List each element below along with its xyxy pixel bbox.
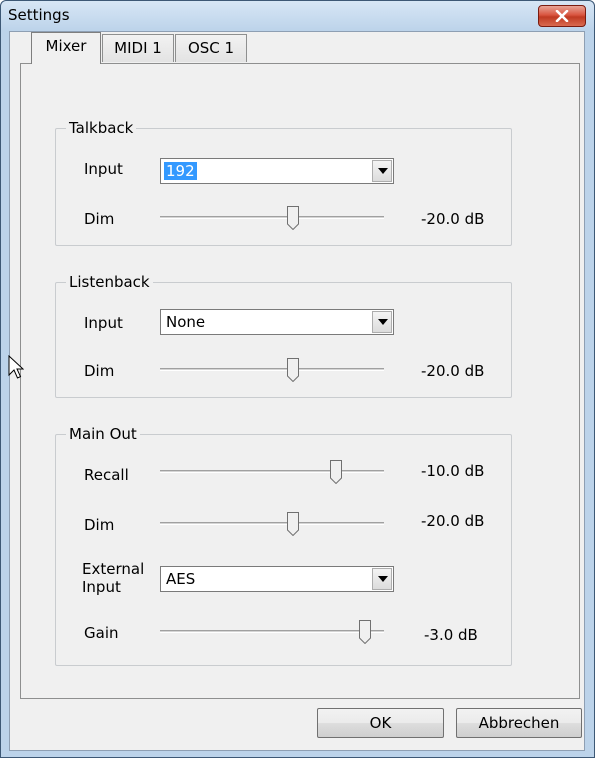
- main-out-external-input-dropdown-button[interactable]: [372, 568, 392, 590]
- listenback-input-select[interactable]: None: [160, 309, 394, 335]
- close-button[interactable]: [538, 5, 586, 27]
- slider-thumb[interactable]: [359, 620, 371, 645]
- slider-thumb[interactable]: [330, 460, 342, 485]
- main-out-external-input-select[interactable]: AES: [160, 566, 394, 592]
- tab-midi-1[interactable]: MIDI 1: [102, 34, 174, 62]
- talkback-dim-value: -20.0 dB: [421, 210, 485, 228]
- main-out-gain-slider[interactable]: [160, 620, 384, 645]
- window-title: Settings: [8, 6, 70, 24]
- mouse-pointer-icon: [8, 355, 24, 379]
- slider-thumb[interactable]: [287, 206, 299, 231]
- slider-track: [160, 522, 384, 525]
- talkback-input-dropdown-button[interactable]: [372, 160, 392, 182]
- main-out-dim-value: -20.0 dB: [421, 512, 485, 530]
- slider-track: [160, 630, 384, 633]
- talkback-dim-label: Dim: [84, 210, 115, 228]
- cancel-button[interactable]: Abbrechen: [456, 708, 582, 738]
- main-out-gain-value: -3.0 dB: [424, 626, 478, 644]
- main-out-dim-slider[interactable]: [160, 512, 384, 537]
- main-out-recall-label: Recall: [84, 466, 129, 484]
- ok-button[interactable]: OK: [317, 708, 444, 738]
- tab-mixer[interactable]: Mixer: [31, 32, 101, 64]
- listenback-dim-label: Dim: [84, 362, 115, 380]
- main-out-title: Main Out: [66, 425, 140, 443]
- listenback-title: Listenback: [66, 273, 153, 291]
- title-bar[interactable]: Settings: [1, 1, 594, 31]
- main-out-dim-label: Dim: [84, 516, 115, 534]
- listenback-dim-value: -20.0 dB: [421, 362, 485, 380]
- talkback-dim-slider[interactable]: [160, 206, 384, 231]
- slider-thumb[interactable]: [287, 358, 299, 383]
- chevron-down-icon: [378, 168, 388, 174]
- slider-thumb[interactable]: [287, 512, 299, 537]
- tab-osc-1-label: OSC 1: [187, 39, 235, 57]
- chevron-down-icon: [378, 576, 388, 582]
- tab-osc-1[interactable]: OSC 1: [175, 34, 247, 62]
- close-icon: [555, 10, 569, 22]
- talkback-title: Talkback: [66, 119, 137, 137]
- listenback-input-label: Input: [84, 314, 123, 332]
- tab-midi-1-label: MIDI 1: [114, 39, 162, 57]
- talkback-input-select[interactable]: 192: [160, 158, 394, 184]
- listenback-input-dropdown-button[interactable]: [372, 311, 392, 333]
- main-out-external-input-label-line1: External: [82, 560, 145, 578]
- main-out-external-input-value: AES: [166, 570, 196, 588]
- listenback-input-value: None: [166, 313, 206, 331]
- slider-track: [160, 470, 384, 473]
- main-out-external-input-label-line2: Input: [82, 578, 121, 596]
- slider-track: [160, 368, 384, 371]
- talkback-input-value: 192: [164, 162, 197, 180]
- main-out-recall-slider[interactable]: [160, 460, 384, 485]
- slider-track: [160, 216, 384, 219]
- talkback-input-label: Input: [84, 160, 123, 178]
- listenback-dim-slider[interactable]: [160, 358, 384, 383]
- tab-mixer-label: Mixer: [45, 37, 87, 55]
- main-out-gain-label: Gain: [84, 624, 119, 642]
- chevron-down-icon: [378, 319, 388, 325]
- main-out-recall-value: -10.0 dB: [421, 462, 485, 480]
